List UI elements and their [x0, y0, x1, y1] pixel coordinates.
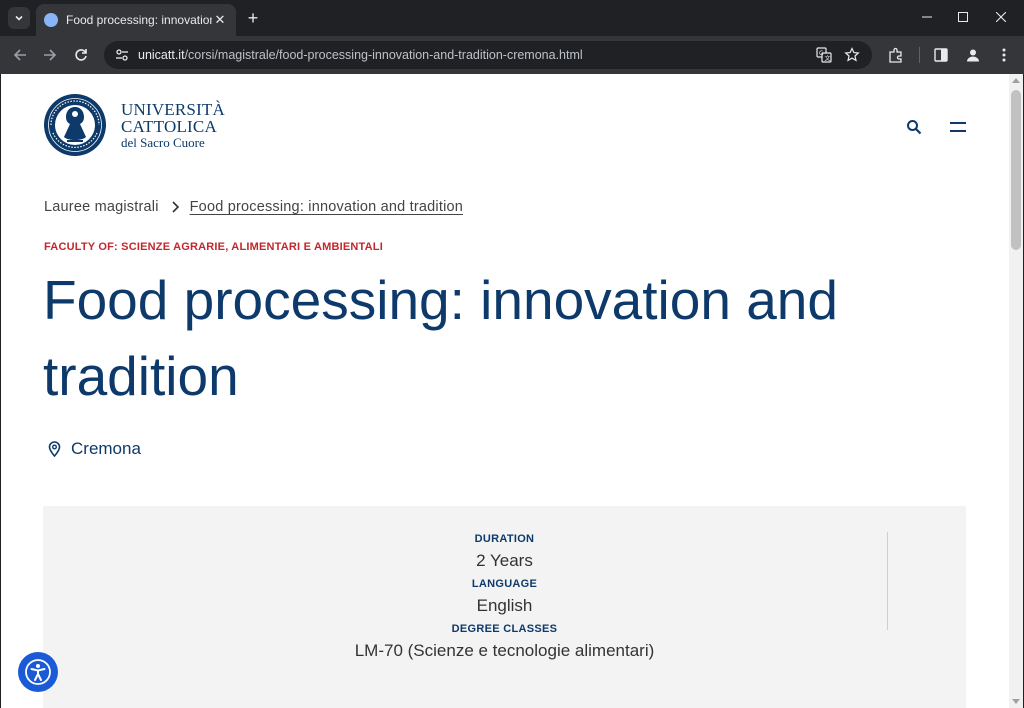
tab-title: Food processing: innovation and traditio… [66, 13, 212, 27]
faculty-label: FACULTY OF: SCIENZE AGRARIE, ALIMENTARI … [44, 241, 383, 253]
logo-line-3: del Sacro Cuore [121, 134, 205, 150]
scroll-up-icon[interactable] [1012, 78, 1020, 83]
scroll-down-icon[interactable] [1012, 699, 1020, 704]
new-tab-button[interactable]: + [243, 8, 263, 28]
extensions-icon[interactable] [885, 44, 907, 66]
page-viewport: UNIVERSITÀ CATTOLICA del Sacro Cuore Lau… [1, 74, 1023, 708]
logo-line-2: CATTOLICA [121, 117, 217, 137]
search-button[interactable] [903, 116, 925, 138]
language-label: LANGUAGE [471, 578, 538, 590]
tab-strip: Food processing: innovation and traditio… [0, 0, 1024, 36]
site-info-icon[interactable] [112, 45, 132, 65]
reload-button[interactable] [70, 44, 92, 66]
menu-button[interactable] [947, 116, 969, 138]
bookmark-star-icon[interactable] [842, 45, 862, 65]
toolbar-divider [919, 47, 920, 63]
search-icon [907, 120, 922, 135]
language-value: English [476, 596, 533, 615]
profile-icon[interactable] [962, 44, 984, 66]
back-icon [13, 49, 26, 61]
svg-text:文: 文 [825, 55, 831, 63]
location: Cremona [46, 439, 141, 459]
university-name: UNIVERSITÀ CATTOLICA del Sacro Cuore [121, 101, 225, 149]
svg-text:G: G [819, 50, 824, 57]
kebab-menu-icon[interactable] [993, 44, 1015, 66]
side-panel-icon[interactable] [930, 44, 952, 66]
reload-icon [75, 49, 87, 61]
browser-tab[interactable]: Food processing: innovation and traditio… [36, 4, 236, 36]
back-button[interactable] [9, 44, 31, 66]
duration-label: DURATION [474, 533, 535, 545]
forward-icon [44, 49, 57, 61]
close-window-icon [996, 12, 1006, 22]
university-seal-icon [44, 94, 106, 156]
minimize-button[interactable] [912, 6, 942, 28]
url-path: /corsi/magistrale/food-processing-innova… [184, 48, 583, 62]
logo-line-1: UNIVERSITÀ [121, 100, 225, 120]
minimize-icon [922, 16, 932, 18]
page-scrollbar[interactable] [1009, 74, 1023, 708]
browser-toolbar: unicatt.it/corsi/magistrale/food-process… [0, 36, 1024, 74]
university-logo[interactable]: UNIVERSITÀ CATTOLICA del Sacro Cuore [43, 90, 225, 160]
scroll-thumb[interactable] [1011, 90, 1021, 250]
accessibility-button[interactable] [18, 652, 58, 692]
forward-button[interactable] [39, 44, 61, 66]
hamburger-menu-icon [950, 122, 966, 132]
course-info-list: DURATION 2 Years LANGUAGE English DEGREE… [43, 533, 966, 668]
favicon-icon [44, 13, 58, 27]
address-bar[interactable]: unicatt.it/corsi/magistrale/food-process… [104, 41, 872, 69]
chevron-right-icon [171, 201, 180, 213]
breadcrumb-current[interactable]: Food processing: innovation and traditio… [190, 199, 463, 215]
duration-value: 2 Years [476, 551, 533, 570]
maximize-icon [958, 12, 968, 22]
location-name: Cremona [71, 439, 141, 458]
url-text: unicatt.it/corsi/magistrale/food-process… [138, 48, 583, 62]
breadcrumb: Lauree magistrali Food processing: innov… [44, 199, 463, 215]
tab-list-button[interactable] [8, 7, 30, 29]
location-pin-icon [46, 441, 62, 457]
translate-icon[interactable]: G文 [814, 45, 834, 65]
course-info-box: DURATION 2 Years LANGUAGE English DEGREE… [43, 506, 966, 708]
breadcrumb-link-lauree[interactable]: Lauree magistrali [44, 199, 159, 215]
url-host: unicatt.it [138, 48, 185, 62]
maximize-button[interactable] [948, 6, 978, 28]
tab-list-icon [15, 15, 23, 21]
close-icon[interactable]: ✕ [212, 12, 228, 28]
page-title: Food processing: innovation and traditio… [43, 269, 838, 407]
close-window-button[interactable] [986, 6, 1016, 28]
degree-classes-label: DEGREE CLASSES [451, 623, 558, 635]
degree-classes-value: LM-70 (Scienze e tecnologie alimentari) [354, 641, 655, 660]
accessibility-icon [25, 659, 51, 685]
